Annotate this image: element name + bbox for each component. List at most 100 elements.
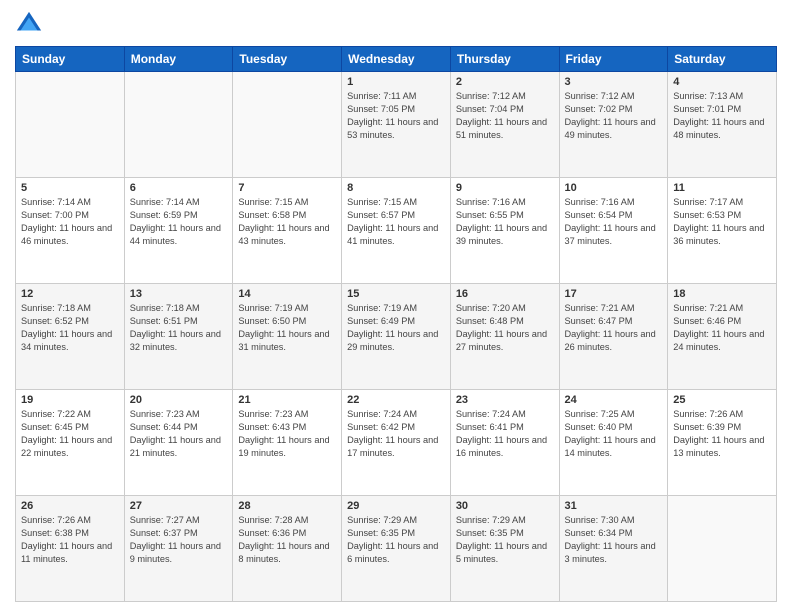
day-number: 14: [238, 288, 336, 300]
day-number: 26: [21, 500, 119, 512]
day-number: 24: [565, 394, 663, 406]
day-cell: 2 Sunrise: 7:12 AM Sunset: 7:04 PM Daylig…: [450, 72, 559, 178]
day-info: Sunrise: 7:12 AM Sunset: 7:04 PM Dayligh…: [456, 90, 554, 142]
day-cell: 1Sunrise: 7:11 AM Sunset: 7:05 PM Daylig…: [342, 72, 451, 178]
day-cell: 3 Sunrise: 7:12 AM Sunset: 7:02 PM Daylig…: [559, 72, 668, 178]
day-cell: 11 Sunrise: 7:17 AM Sunset: 6:53 PM Dayli…: [668, 178, 777, 284]
day-cell: 17 Sunrise: 7:21 AM Sunset: 6:47 PM Dayli…: [559, 284, 668, 390]
day-number: 12: [21, 288, 119, 300]
day-cell: 8Sunrise: 7:15 AM Sunset: 6:57 PM Daylig…: [342, 178, 451, 284]
day-number: 23: [456, 394, 554, 406]
day-cell: [668, 496, 777, 602]
day-number: 1: [347, 76, 445, 88]
day-info: Sunrise: 7:15 AM Sunset: 6:58 PM Dayligh…: [238, 196, 336, 248]
day-number: 27: [130, 500, 228, 512]
day-cell: 23 Sunrise: 7:24 AM Sunset: 6:41 PM Dayli…: [450, 390, 559, 496]
calendar-table: SundayMondayTuesdayWednesdayThursdayFrid…: [15, 46, 777, 602]
weekday-saturday: Saturday: [668, 47, 777, 72]
day-info: Sunrise: 7:21 AM Sunset: 6:47 PM Dayligh…: [565, 302, 663, 354]
week-row-3: 12 Sunrise: 7:18 AM Sunset: 6:52 PM Dayli…: [16, 284, 777, 390]
day-cell: [124, 72, 233, 178]
day-info: Sunrise: 7:15 AM Sunset: 6:57 PM Dayligh…: [347, 196, 445, 248]
week-row-4: 19 Sunrise: 7:22 AM Sunset: 6:45 PM Dayli…: [16, 390, 777, 496]
day-cell: 5 Sunrise: 7:14 AM Sunset: 7:00 PM Daylig…: [16, 178, 125, 284]
day-info: Sunrise: 7:12 AM Sunset: 7:02 PM Dayligh…: [565, 90, 663, 142]
day-info: Sunrise: 7:29 AM Sunset: 6:35 PM Dayligh…: [456, 514, 554, 566]
day-number: 17: [565, 288, 663, 300]
day-number: 22: [347, 394, 445, 406]
weekday-tuesday: Tuesday: [233, 47, 342, 72]
day-number: 31: [565, 500, 663, 512]
day-number: 11: [673, 182, 771, 194]
logo: [15, 10, 47, 38]
weekday-friday: Friday: [559, 47, 668, 72]
day-info: Sunrise: 7:20 AM Sunset: 6:48 PM Dayligh…: [456, 302, 554, 354]
day-info: Sunrise: 7:30 AM Sunset: 6:34 PM Dayligh…: [565, 514, 663, 566]
day-info: Sunrise: 7:21 AM Sunset: 6:46 PM Dayligh…: [673, 302, 771, 354]
day-cell: 7Sunrise: 7:15 AM Sunset: 6:58 PM Daylig…: [233, 178, 342, 284]
day-cell: 16 Sunrise: 7:20 AM Sunset: 6:48 PM Dayli…: [450, 284, 559, 390]
day-info: Sunrise: 7:23 AM Sunset: 6:44 PM Dayligh…: [130, 408, 228, 460]
day-number: 15: [347, 288, 445, 300]
day-info: Sunrise: 7:17 AM Sunset: 6:53 PM Dayligh…: [673, 196, 771, 248]
day-number: 4: [673, 76, 771, 88]
day-cell: 9 Sunrise: 7:16 AM Sunset: 6:55 PM Daylig…: [450, 178, 559, 284]
week-row-2: 5 Sunrise: 7:14 AM Sunset: 7:00 PM Daylig…: [16, 178, 777, 284]
day-number: 18: [673, 288, 771, 300]
day-cell: 12 Sunrise: 7:18 AM Sunset: 6:52 PM Dayli…: [16, 284, 125, 390]
day-number: 30: [456, 500, 554, 512]
day-info: Sunrise: 7:13 AM Sunset: 7:01 PM Dayligh…: [673, 90, 771, 142]
day-cell: 10 Sunrise: 7:16 AM Sunset: 6:54 PM Dayli…: [559, 178, 668, 284]
day-number: 20: [130, 394, 228, 406]
day-info: Sunrise: 7:22 AM Sunset: 6:45 PM Dayligh…: [21, 408, 119, 460]
day-cell: 20 Sunrise: 7:23 AM Sunset: 6:44 PM Dayli…: [124, 390, 233, 496]
day-number: 16: [456, 288, 554, 300]
day-number: 13: [130, 288, 228, 300]
day-cell: 31 Sunrise: 7:30 AM Sunset: 6:34 PM Dayli…: [559, 496, 668, 602]
day-number: 25: [673, 394, 771, 406]
day-info: Sunrise: 7:24 AM Sunset: 6:42 PM Dayligh…: [347, 408, 445, 460]
day-info: Sunrise: 7:19 AM Sunset: 6:50 PM Dayligh…: [238, 302, 336, 354]
day-cell: 30 Sunrise: 7:29 AM Sunset: 6:35 PM Dayli…: [450, 496, 559, 602]
day-cell: 14 Sunrise: 7:19 AM Sunset: 6:50 PM Dayli…: [233, 284, 342, 390]
day-info: Sunrise: 7:26 AM Sunset: 6:38 PM Dayligh…: [21, 514, 119, 566]
day-number: 3: [565, 76, 663, 88]
day-info: Sunrise: 7:18 AM Sunset: 6:52 PM Dayligh…: [21, 302, 119, 354]
day-cell: 13 Sunrise: 7:18 AM Sunset: 6:51 PM Dayli…: [124, 284, 233, 390]
day-cell: 19 Sunrise: 7:22 AM Sunset: 6:45 PM Dayli…: [16, 390, 125, 496]
day-cell: 26 Sunrise: 7:26 AM Sunset: 6:38 PM Dayli…: [16, 496, 125, 602]
day-cell: 15Sunrise: 7:19 AM Sunset: 6:49 PM Dayli…: [342, 284, 451, 390]
day-cell: [233, 72, 342, 178]
day-cell: 18 Sunrise: 7:21 AM Sunset: 6:46 PM Dayli…: [668, 284, 777, 390]
day-info: Sunrise: 7:26 AM Sunset: 6:39 PM Dayligh…: [673, 408, 771, 460]
day-info: Sunrise: 7:16 AM Sunset: 6:55 PM Dayligh…: [456, 196, 554, 248]
header: [15, 10, 777, 38]
day-info: Sunrise: 7:14 AM Sunset: 6:59 PM Dayligh…: [130, 196, 228, 248]
day-cell: [16, 72, 125, 178]
day-info: Sunrise: 7:16 AM Sunset: 6:54 PM Dayligh…: [565, 196, 663, 248]
day-number: 5: [21, 182, 119, 194]
day-cell: 22 Sunrise: 7:24 AM Sunset: 6:42 PM Dayli…: [342, 390, 451, 496]
day-cell: 21Sunrise: 7:23 AM Sunset: 6:43 PM Dayli…: [233, 390, 342, 496]
weekday-header-row: SundayMondayTuesdayWednesdayThursdayFrid…: [16, 47, 777, 72]
day-info: Sunrise: 7:14 AM Sunset: 7:00 PM Dayligh…: [21, 196, 119, 248]
weekday-monday: Monday: [124, 47, 233, 72]
day-cell: 28 Sunrise: 7:28 AM Sunset: 6:36 PM Dayli…: [233, 496, 342, 602]
day-info: Sunrise: 7:24 AM Sunset: 6:41 PM Dayligh…: [456, 408, 554, 460]
weekday-sunday: Sunday: [16, 47, 125, 72]
weekday-thursday: Thursday: [450, 47, 559, 72]
day-info: Sunrise: 7:18 AM Sunset: 6:51 PM Dayligh…: [130, 302, 228, 354]
day-number: 9: [456, 182, 554, 194]
weekday-wednesday: Wednesday: [342, 47, 451, 72]
day-info: Sunrise: 7:27 AM Sunset: 6:37 PM Dayligh…: [130, 514, 228, 566]
day-number: 2: [456, 76, 554, 88]
day-number: 19: [21, 394, 119, 406]
day-number: 28: [238, 500, 336, 512]
day-info: Sunrise: 7:28 AM Sunset: 6:36 PM Dayligh…: [238, 514, 336, 566]
week-row-5: 26 Sunrise: 7:26 AM Sunset: 6:38 PM Dayli…: [16, 496, 777, 602]
day-number: 10: [565, 182, 663, 194]
day-info: Sunrise: 7:23 AM Sunset: 6:43 PM Dayligh…: [238, 408, 336, 460]
day-cell: 29Sunrise: 7:29 AM Sunset: 6:35 PM Dayli…: [342, 496, 451, 602]
week-row-1: 1Sunrise: 7:11 AM Sunset: 7:05 PM Daylig…: [16, 72, 777, 178]
day-info: Sunrise: 7:25 AM Sunset: 6:40 PM Dayligh…: [565, 408, 663, 460]
